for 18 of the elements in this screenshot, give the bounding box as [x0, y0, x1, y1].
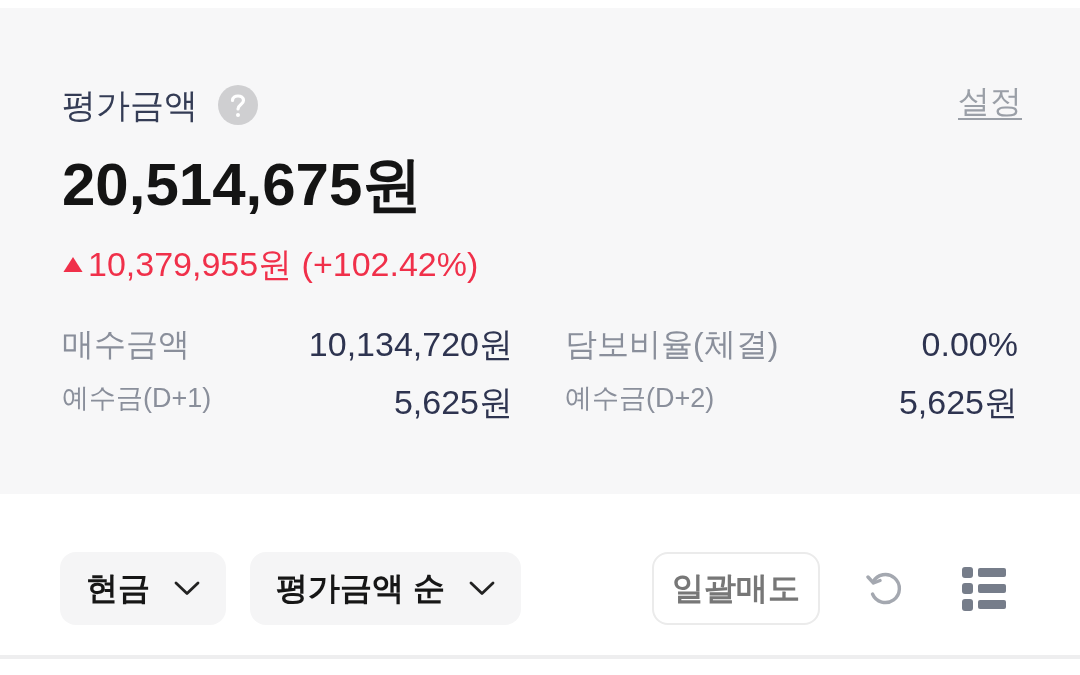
section-title: 평가금액 [62, 85, 198, 125]
sell-all-button[interactable]: 일괄매도 [652, 552, 820, 625]
change-amount: 10,379,955원 (+102.42%) [88, 244, 479, 284]
filter-dropdown[interactable]: 현금 [60, 552, 226, 625]
help-icon[interactable] [218, 85, 258, 125]
detail-label: 예수금(D+1) [62, 382, 212, 415]
detail-value: 5,625원 [393, 382, 513, 422]
detail-value: 10,134,720원 [308, 324, 513, 365]
chevron-down-icon [174, 581, 200, 596]
detail-label: 담보비율(체결) [565, 325, 779, 364]
detail-label: 예수금(D+2) [565, 382, 715, 415]
chevron-down-icon [468, 581, 495, 596]
detail-value: 0.00% [921, 324, 1018, 365]
total-amount: 20,514,675원 [62, 150, 423, 220]
filter-dropdown[interactable]: 평가금액 순 [250, 552, 521, 625]
detail-value: 5,625원 [898, 382, 1018, 422]
detail-label: 매수금액 [62, 325, 190, 364]
list-icon[interactable] [962, 566, 1006, 611]
